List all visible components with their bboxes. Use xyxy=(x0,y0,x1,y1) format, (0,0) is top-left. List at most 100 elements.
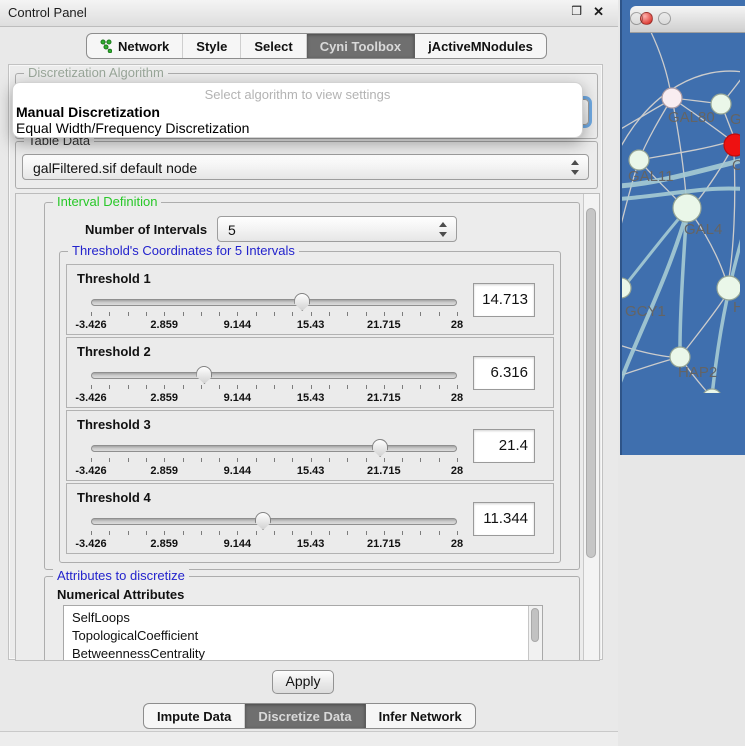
list-item[interactable]: TopologicalCoefficient xyxy=(64,627,542,645)
scrollbar-thumb[interactable] xyxy=(531,608,539,642)
panel-scrollbar[interactable] xyxy=(583,194,599,660)
network-node-h-node[interactable] xyxy=(717,276,740,300)
table-data-value: galFiltered.sif default node xyxy=(33,160,197,176)
slider-tick-label: 21.715 xyxy=(367,319,401,331)
tab-select[interactable]: Select xyxy=(241,34,306,58)
number-of-intervals-combobox[interactable]: 5 xyxy=(217,216,457,242)
slider-tick-label: 28 xyxy=(451,465,463,477)
apply-button[interactable]: Apply xyxy=(272,670,334,694)
attributes-group-title: Attributes to discretize xyxy=(53,569,189,583)
network-node-label: C xyxy=(732,157,740,174)
dropdown-placeholder: Select algorithm to view settings xyxy=(13,83,582,104)
slider-tick-label: 21.715 xyxy=(367,465,401,477)
thresholds-group-title: Threshold's Coordinates for 5 Intervals xyxy=(68,244,299,258)
threshold-3-value-field[interactable]: 21.4 xyxy=(473,429,535,463)
threshold-3-slider[interactable]: -3.4262.8599.14415.4321.71528 xyxy=(91,437,457,481)
list-item[interactable]: BetweennessCentrality xyxy=(64,645,542,661)
threshold-1-slider[interactable]: -3.4262.8599.14415.4321.71528 xyxy=(91,291,457,335)
table-data-combobox[interactable]: galFiltered.sif default node xyxy=(22,154,589,180)
network-node-label: GAL80 xyxy=(668,109,715,126)
slider-tick-label: 15.43 xyxy=(297,319,325,331)
threshold-2-panel: Threshold 2 -3.4262.8599.14415.4321.7152… xyxy=(66,337,554,408)
interval-definition-group-title: Interval Definition xyxy=(53,195,161,209)
slider-track[interactable] xyxy=(91,299,457,306)
threshold-3-panel: Threshold 3 -3.4262.8599.14415.4321.7152… xyxy=(66,410,554,481)
slider-tick-label: -3.426 xyxy=(75,392,106,404)
numerical-attributes-list[interactable]: SelfLoops TopologicalCoefficient Between… xyxy=(63,605,543,661)
network-node-red-node[interactable] xyxy=(724,134,740,156)
slider-tick-labels: -3.4262.8599.14415.4321.71528 xyxy=(91,392,457,404)
tab-jactivemnodules[interactable]: jActiveMNodules xyxy=(415,34,546,58)
dropdown-option-manual-discretization[interactable]: Manual Discretization xyxy=(13,104,582,120)
network-node-gal80[interactable] xyxy=(662,88,682,108)
scrollbar-thumb[interactable] xyxy=(586,208,596,558)
bottom-tab-bar: Impute Data Discretize Data Infer Networ… xyxy=(143,703,476,729)
slider-ticks xyxy=(91,385,457,390)
network-node-label: HAP2 xyxy=(678,364,717,381)
threshold-1-value-field[interactable]: 14.713 xyxy=(473,283,535,317)
algorithm-dropdown-popup: Select algorithm to view settings Manual… xyxy=(12,82,583,138)
tab-cyni-toolbox[interactable]: Cyni Toolbox xyxy=(307,34,415,58)
network-node-gal-top-right[interactable] xyxy=(711,94,731,114)
slider-thumb[interactable] xyxy=(255,512,271,530)
network-edge-highlighted xyxy=(680,222,686,348)
slider-thumb[interactable] xyxy=(196,366,212,384)
network-node-gal4[interactable] xyxy=(673,194,701,222)
float-window-icon[interactable]: ❒ xyxy=(571,4,582,18)
slider-tick-label: 2.859 xyxy=(150,392,178,404)
list-scrollbar[interactable] xyxy=(528,606,542,661)
window-title: Control Panel xyxy=(8,5,87,20)
threshold-4-value-field[interactable]: 11.344 xyxy=(473,502,535,536)
tab-style[interactable]: Style xyxy=(183,34,241,58)
network-graph[interactable]: GAL80GACGAL11GAL4GCY1HHAP2 xyxy=(622,0,740,393)
tab-style-label: Style xyxy=(196,39,227,54)
slider-tick-label: 9.144 xyxy=(224,465,252,477)
slider-ticks xyxy=(91,312,457,317)
network-node-label: GCY1 xyxy=(625,303,666,320)
network-icon xyxy=(100,39,112,53)
tab-cyni-toolbox-label: Cyni Toolbox xyxy=(320,39,401,54)
close-icon[interactable]: ✕ xyxy=(593,4,604,20)
settings-scrollpane: Interval Definition Number of Intervals … xyxy=(15,193,600,661)
tab-discretize-data[interactable]: Discretize Data xyxy=(245,704,365,728)
slider-track[interactable] xyxy=(91,518,457,525)
tab-select-label: Select xyxy=(254,39,292,54)
dropdown-option-equal-width[interactable]: Equal Width/Frequency Discretization xyxy=(13,120,582,136)
threshold-2-slider[interactable]: -3.4262.8599.14415.4321.71528 xyxy=(91,364,457,408)
slider-tick-label: 28 xyxy=(451,319,463,331)
network-canvas[interactable]: GAL80GACGAL11GAL4GCY1HHAP2 xyxy=(622,0,745,398)
tab-infer-network[interactable]: Infer Network xyxy=(366,704,475,728)
network-node-label: GA xyxy=(730,111,740,128)
slider-tick-label: 21.715 xyxy=(367,538,401,550)
slider-tick-label: -3.426 xyxy=(75,465,106,477)
slider-tick-label: 2.859 xyxy=(150,319,178,331)
interval-definition-group: Interval Definition Number of Intervals … xyxy=(44,202,580,570)
slider-track[interactable] xyxy=(91,445,457,452)
network-node-gal11[interactable] xyxy=(629,150,649,170)
number-of-intervals-label: Number of Intervals xyxy=(85,222,207,237)
discretization-algorithm-group-title: Discretization Algorithm xyxy=(24,66,168,80)
threshold-4-slider[interactable]: -3.4262.8599.14415.4321.71528 xyxy=(91,510,457,554)
minimize-traffic-light-icon[interactable] xyxy=(658,12,671,25)
attributes-group: Attributes to discretize Numerical Attri… xyxy=(44,576,580,661)
thresholds-group: Threshold's Coordinates for 5 Intervals … xyxy=(59,251,561,563)
slider-tick-label: 21.715 xyxy=(367,392,401,404)
threshold-4-panel: Threshold 4 -3.4262.8599.14415.4321.7152… xyxy=(66,483,554,554)
network-window-titlebar[interactable] xyxy=(630,6,745,33)
slider-thumb[interactable] xyxy=(372,439,388,457)
number-of-intervals-value: 5 xyxy=(228,222,236,238)
network-node-label: H xyxy=(733,299,740,316)
zoom-traffic-light-icon[interactable] xyxy=(630,12,643,25)
list-item[interactable]: SelfLoops xyxy=(64,606,542,627)
slider-tick-label: 28 xyxy=(451,392,463,404)
slider-tick-label: -3.426 xyxy=(75,538,106,550)
network-node-label: GAL11 xyxy=(628,168,674,185)
slider-tick-label: 2.859 xyxy=(150,465,178,477)
tab-network[interactable]: Network xyxy=(87,34,183,58)
slider-track[interactable] xyxy=(91,372,457,379)
slider-tick-labels: -3.4262.8599.14415.4321.71528 xyxy=(91,465,457,477)
threshold-2-value-field[interactable]: 6.316 xyxy=(473,356,535,390)
slider-ticks xyxy=(91,458,457,463)
slider-thumb[interactable] xyxy=(294,293,310,311)
tab-impute-data[interactable]: Impute Data xyxy=(144,704,245,728)
